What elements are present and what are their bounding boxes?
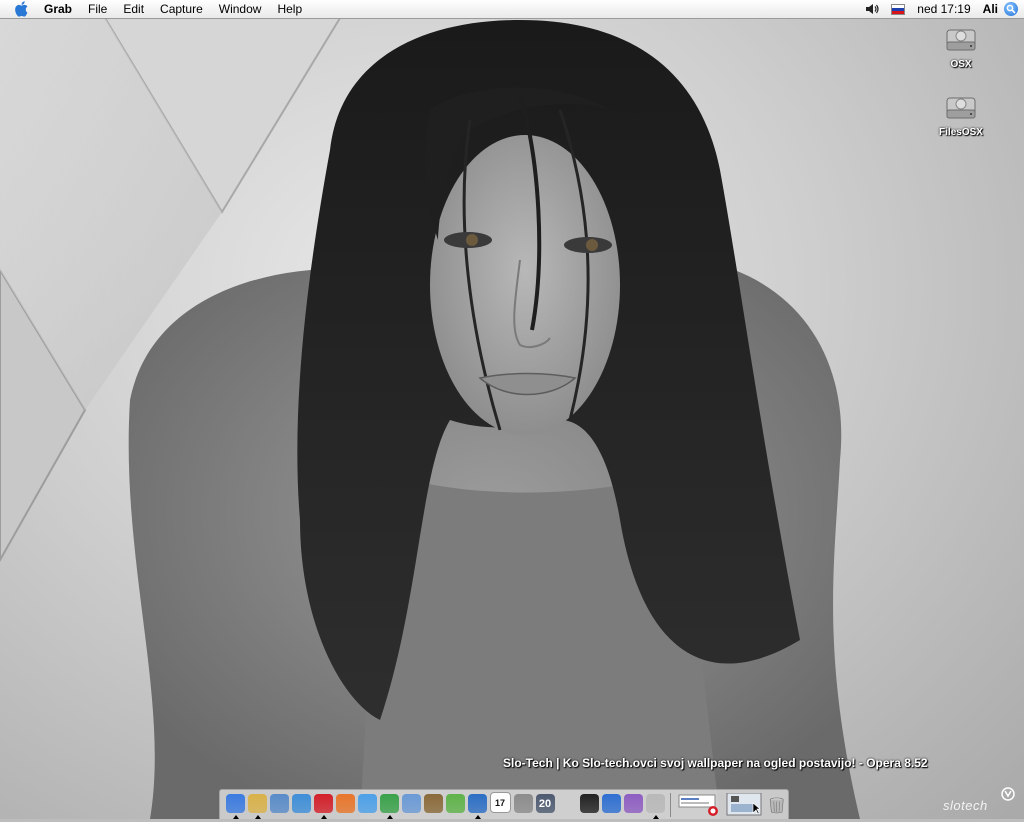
desktop-icon-osx[interactable]: OSX bbox=[931, 24, 991, 70]
opera-icon[interactable] bbox=[313, 794, 333, 819]
dock-window-title: Slo-Tech | Ko Slo-tech.ovci svoj wallpap… bbox=[503, 756, 928, 770]
entourage-icon[interactable] bbox=[623, 794, 643, 813]
grab-icon[interactable] bbox=[247, 794, 267, 819]
hard-disk-icon bbox=[946, 97, 976, 119]
running-indicator bbox=[254, 815, 261, 819]
desktop[interactable] bbox=[0, 0, 1024, 819]
running-indicator bbox=[652, 815, 659, 819]
preview-icon[interactable] bbox=[269, 794, 289, 813]
ical-day-label: 17 bbox=[494, 797, 505, 808]
hard-disk-icon bbox=[946, 29, 976, 51]
watermark-logo-icon bbox=[1001, 787, 1015, 801]
dock-apps: 17 20 bbox=[224, 792, 666, 819]
iphoto-icon[interactable] bbox=[423, 794, 443, 813]
dashboard-icon[interactable]: 20 bbox=[535, 794, 555, 813]
menu-app-grab[interactable]: Grab bbox=[42, 0, 80, 18]
ichat-icon[interactable] bbox=[357, 794, 377, 813]
dock: 17 20 bbox=[219, 789, 789, 819]
msn-icon[interactable] bbox=[379, 794, 399, 819]
dashboard-label: 20 bbox=[538, 797, 552, 810]
running-indicator bbox=[386, 815, 393, 819]
desktop-icon-filesosx[interactable]: FilesOSX bbox=[931, 92, 991, 138]
grab-screenshot-icon[interactable] bbox=[645, 794, 665, 819]
apple-icon[interactable] bbox=[14, 1, 30, 17]
menu-window[interactable]: Window bbox=[211, 0, 270, 18]
menu-user[interactable]: Ali bbox=[977, 0, 1004, 18]
mail-icon[interactable] bbox=[401, 794, 421, 813]
menu-capture[interactable]: Capture bbox=[152, 0, 211, 18]
itunes-icon[interactable] bbox=[445, 794, 465, 813]
trash-icon[interactable] bbox=[769, 791, 784, 819]
finder-icon[interactable] bbox=[225, 794, 245, 819]
firefox-icon[interactable] bbox=[335, 794, 355, 813]
desktop-icon-label: OSX bbox=[950, 59, 972, 70]
running-indicator bbox=[474, 815, 481, 819]
ical-icon[interactable]: 17 bbox=[489, 792, 511, 813]
menu-help[interactable]: Help bbox=[269, 0, 310, 18]
word-icon[interactable] bbox=[601, 794, 621, 813]
input-menu[interactable] bbox=[885, 3, 911, 15]
system-prefs-icon[interactable] bbox=[513, 794, 533, 813]
running-indicator bbox=[232, 815, 239, 819]
terminal-icon[interactable] bbox=[579, 794, 599, 813]
minimized-screenshot-icon[interactable] bbox=[725, 792, 763, 817]
watermark: slotech bbox=[943, 798, 988, 813]
slovenia-flag-icon bbox=[891, 3, 906, 15]
textedit-icon[interactable] bbox=[557, 794, 577, 813]
speaker-icon[interactable] bbox=[859, 3, 885, 15]
desktop-icon-label: FilesOSX bbox=[939, 127, 983, 138]
menu-file[interactable]: File bbox=[80, 0, 115, 18]
wallpaper-image bbox=[0, 17, 860, 819]
menu-edit[interactable]: Edit bbox=[115, 0, 152, 18]
running-indicator bbox=[320, 815, 327, 819]
quicktime-icon[interactable] bbox=[467, 794, 487, 819]
spotlight-icon[interactable] bbox=[1004, 2, 1018, 16]
dock-separator bbox=[670, 793, 671, 817]
minimized-window-icon[interactable] bbox=[677, 793, 721, 817]
menu-bar: Grab File Edit Capture Window Help ned 1… bbox=[0, 0, 1024, 19]
menu-clock[interactable]: ned 17:19 bbox=[911, 0, 976, 18]
safari-icon[interactable] bbox=[291, 794, 311, 813]
